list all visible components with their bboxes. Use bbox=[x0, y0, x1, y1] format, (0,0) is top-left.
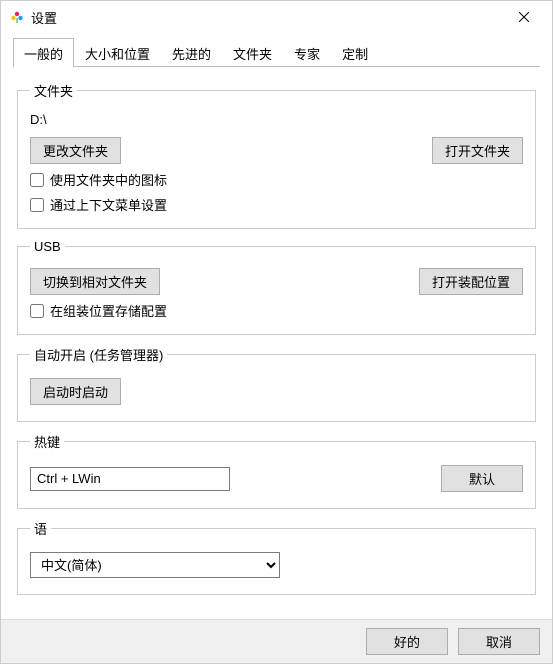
switch-relative-folder-button[interactable]: 切换到相对文件夹 bbox=[30, 268, 160, 295]
hotkey-group: 热键 默认 bbox=[17, 432, 536, 509]
store-config-assembly-input[interactable] bbox=[30, 304, 44, 318]
close-icon bbox=[519, 9, 529, 25]
hotkey-default-button[interactable]: 默认 bbox=[441, 465, 523, 492]
tab-general[interactable]: 一般的 bbox=[13, 38, 74, 67]
tab-advanced[interactable]: 先进的 bbox=[161, 38, 222, 67]
open-assembly-location-button[interactable]: 打开装配位置 bbox=[419, 268, 523, 295]
context-menu-checkbox[interactable]: 通过上下文菜单设置 bbox=[30, 195, 523, 214]
language-group-legend: 语 bbox=[30, 519, 51, 538]
folder-group-legend: 文件夹 bbox=[30, 81, 77, 100]
autostart-group: 自动开启 (任务管理器) 启动时启动 bbox=[17, 345, 536, 422]
cancel-button[interactable]: 取消 bbox=[458, 628, 540, 655]
store-config-assembly-checkbox[interactable]: 在组装位置存储配置 bbox=[30, 301, 523, 320]
open-folder-button[interactable]: 打开文件夹 bbox=[432, 137, 523, 164]
usb-group-legend: USB bbox=[30, 239, 65, 254]
use-folder-icons-input[interactable] bbox=[30, 173, 44, 187]
close-button[interactable] bbox=[504, 3, 544, 31]
folder-group: 文件夹 D:\ 更改文件夹 打开文件夹 使用文件夹中的图标 通过上下文菜单设置 bbox=[17, 81, 536, 229]
tab-strip: 一般的 大小和位置 先进的 文件夹 专家 定制 bbox=[13, 37, 540, 67]
hotkey-input[interactable] bbox=[30, 467, 230, 491]
dialog-footer: 好的 取消 bbox=[1, 619, 552, 663]
tab-folders[interactable]: 文件夹 bbox=[222, 38, 283, 67]
use-folder-icons-checkbox[interactable]: 使用文件夹中的图标 bbox=[30, 170, 523, 189]
language-group: 语 中文(简体) bbox=[17, 519, 536, 595]
tab-expert[interactable]: 专家 bbox=[283, 38, 331, 67]
change-folder-button[interactable]: 更改文件夹 bbox=[30, 137, 121, 164]
context-menu-input[interactable] bbox=[30, 198, 44, 212]
start-on-boot-button[interactable]: 启动时启动 bbox=[30, 378, 121, 405]
context-menu-label: 通过上下文菜单设置 bbox=[50, 195, 167, 214]
folder-path: D:\ bbox=[30, 112, 523, 127]
autostart-group-legend: 自动开启 (任务管理器) bbox=[30, 345, 167, 364]
store-config-assembly-label: 在组装位置存储配置 bbox=[50, 301, 167, 320]
tab-size-position[interactable]: 大小和位置 bbox=[74, 38, 161, 67]
app-icon bbox=[9, 9, 25, 25]
window-title: 设置 bbox=[31, 8, 57, 27]
hotkey-group-legend: 热键 bbox=[30, 432, 64, 451]
ok-button[interactable]: 好的 bbox=[366, 628, 448, 655]
usb-group: USB 切换到相对文件夹 打开装配位置 在组装位置存储配置 bbox=[17, 239, 536, 335]
tab-custom[interactable]: 定制 bbox=[331, 38, 379, 67]
language-select[interactable]: 中文(简体) bbox=[30, 552, 280, 578]
use-folder-icons-label: 使用文件夹中的图标 bbox=[50, 170, 167, 189]
